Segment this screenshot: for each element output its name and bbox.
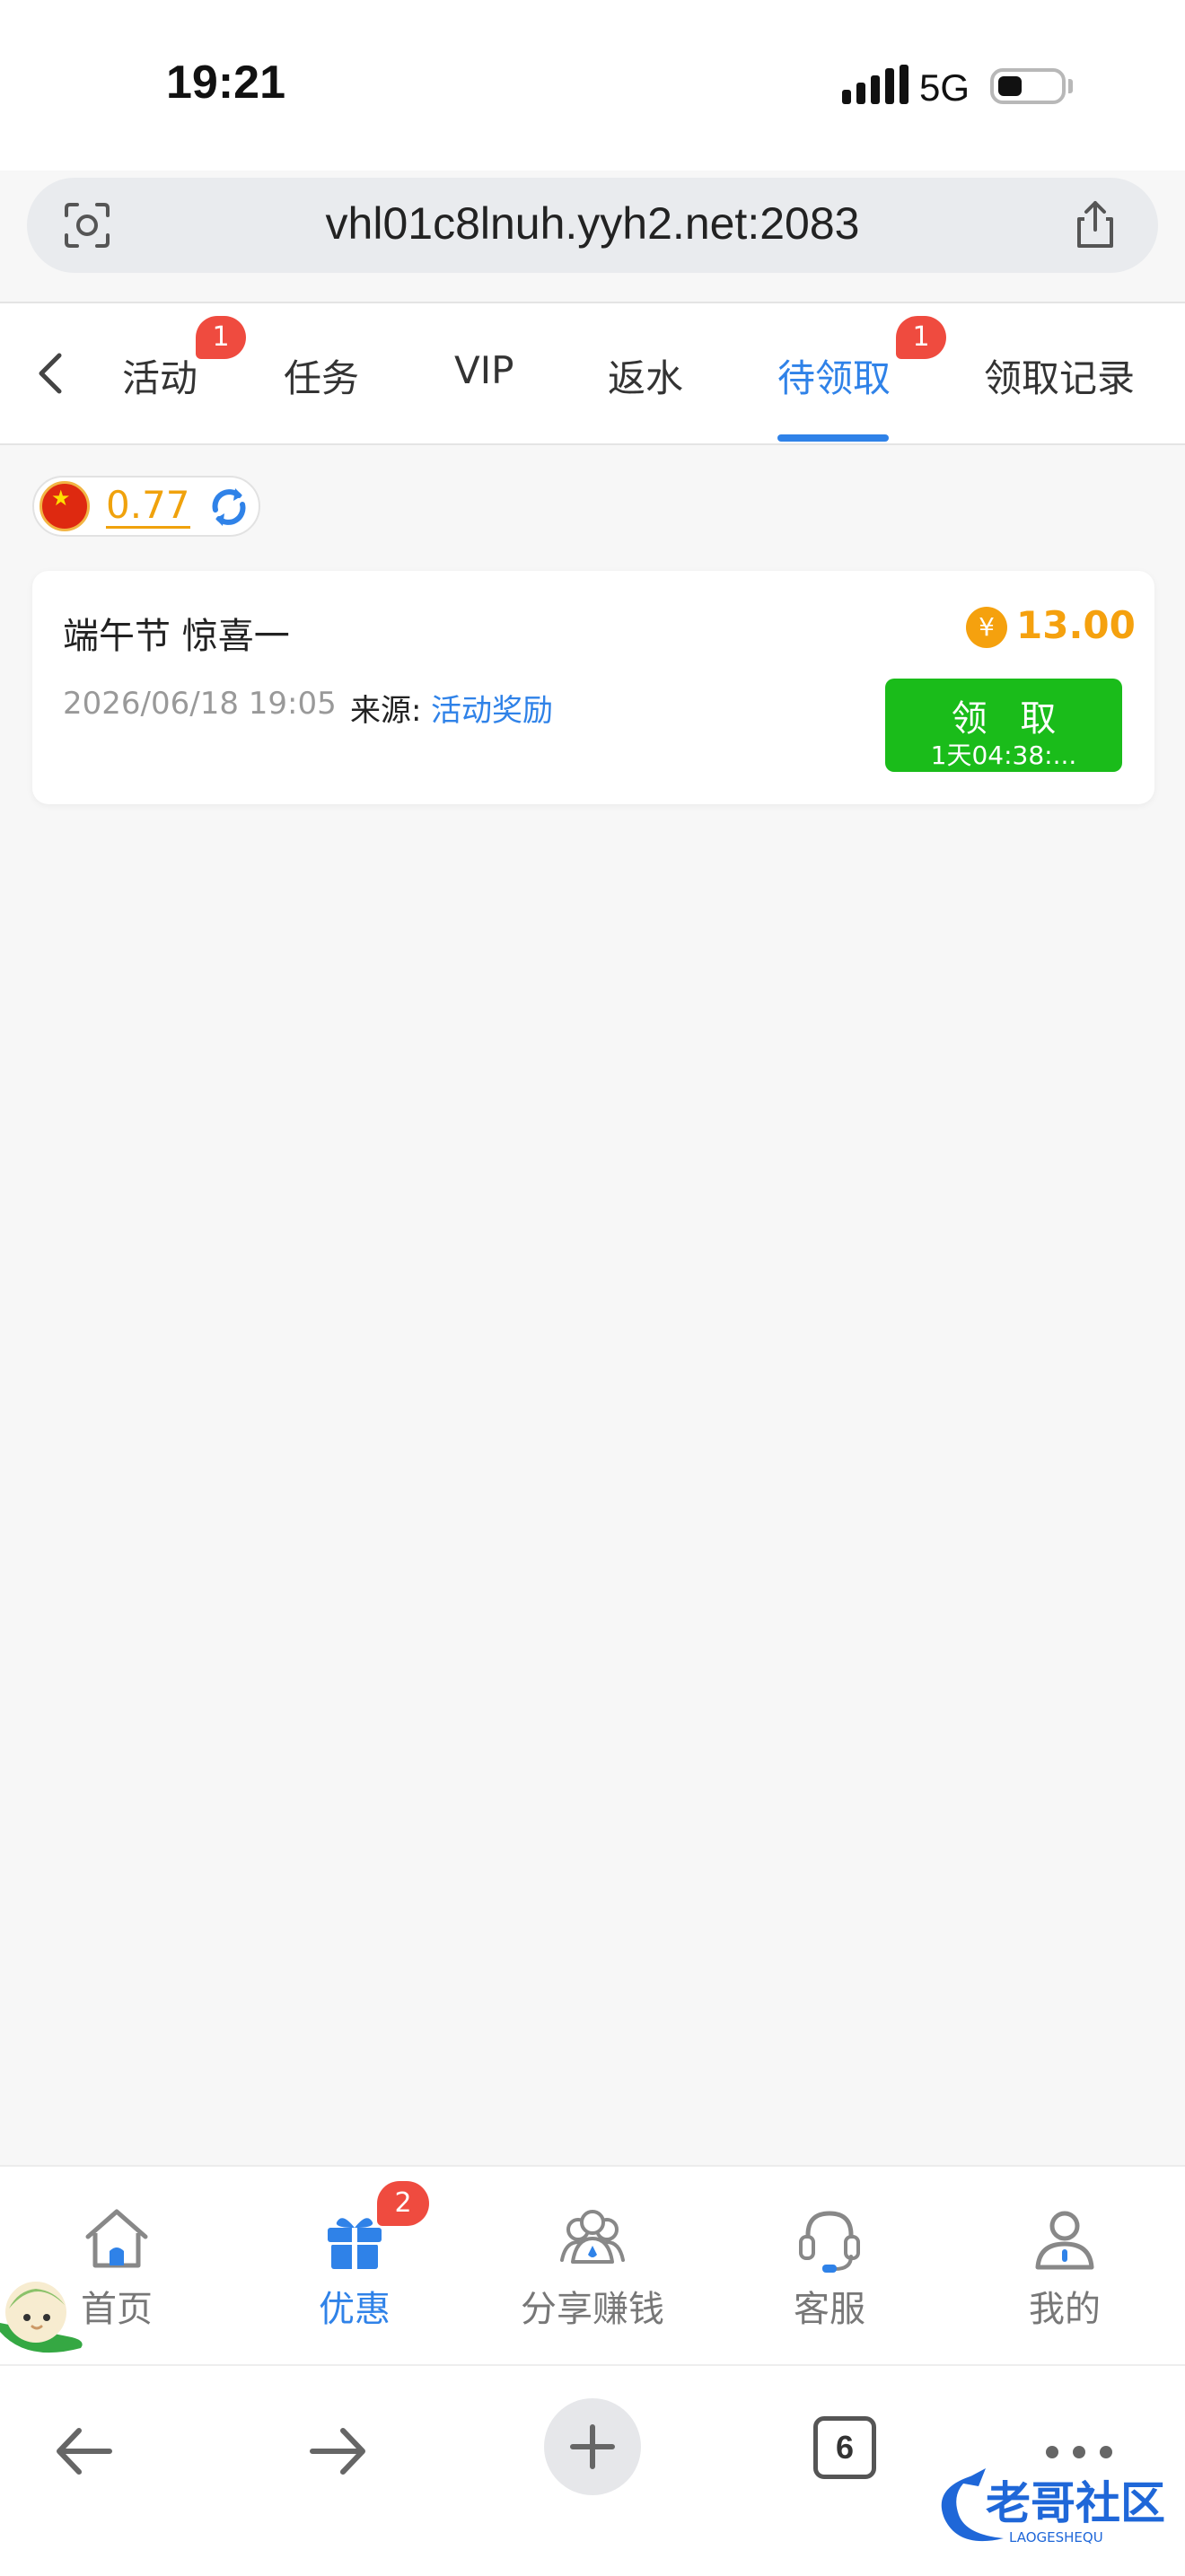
- svg-text:LAOGESHEQU: LAOGESHEQU: [1009, 2529, 1103, 2545]
- reward-title: 端午节 惊喜一: [63, 616, 290, 657]
- zongzi-mascot-icon[interactable]: [0, 2269, 86, 2362]
- site-watermark-logo: 老哥社区 LAOGESHEQU: [941, 2468, 1165, 2545]
- tab-activity-badge: 1: [196, 316, 246, 359]
- yuan-coin-icon: ¥: [966, 607, 1007, 648]
- reward-source-value: 活动奖励: [431, 693, 553, 729]
- new-tab-button[interactable]: [544, 2398, 641, 2495]
- active-tab-indicator: [777, 434, 889, 442]
- tab-vip[interactable]: VIP: [454, 348, 514, 392]
- reward-date: 2026/06/18 19:05: [63, 686, 337, 722]
- refresh-icon[interactable]: [205, 483, 253, 531]
- reward-amount: 13.00: [1016, 603, 1136, 647]
- share-icon[interactable]: [1070, 197, 1120, 251]
- battery-icon: [990, 68, 1066, 104]
- tab-pending-claim[interactable]: 待领取: [777, 348, 891, 403]
- tab-tasks[interactable]: 任务: [284, 348, 359, 403]
- forward-arrow-icon[interactable]: [287, 2402, 386, 2501]
- profile-icon: [1035, 2211, 1094, 2270]
- battery-tip: [1068, 79, 1073, 93]
- browser-toolbar: 6 老哥社区 LAOGESHEQU: [0, 2364, 1185, 2576]
- nav-customer-service[interactable]: 客服: [740, 2201, 919, 2332]
- claim-button-label: 领 取: [951, 698, 1067, 740]
- home-icon: [85, 2209, 148, 2268]
- nav-customer-service-label: 客服: [794, 2289, 865, 2330]
- nav-share-earn[interactable]: 分享赚钱: [503, 2201, 682, 2332]
- nav-share-earn-label: 分享赚钱: [521, 2289, 664, 2330]
- tab-activity[interactable]: 活动: [122, 348, 198, 403]
- status-bar: 19:21 5G: [0, 0, 1185, 171]
- tab-switcher-button[interactable]: 6: [813, 2416, 876, 2479]
- back-chevron-icon[interactable]: [32, 348, 68, 399]
- url-text[interactable]: vhl01c8lnuh.yyh2.net:2083: [27, 197, 1158, 250]
- svg-text:老哥社区: 老哥社区: [986, 2477, 1165, 2529]
- claim-button[interactable]: 领 取 1天04:38:...: [885, 679, 1122, 772]
- tab-pending-claim-badge: 1: [896, 316, 946, 359]
- reward-source-label: 来源:: [350, 693, 422, 729]
- plus-icon: [570, 2424, 615, 2469]
- tab-rebate[interactable]: 返水: [608, 348, 683, 403]
- reward-card: 端午节 惊喜一 2026/06/18 19:05 来源: 活动奖励 ¥ 13.0…: [32, 571, 1154, 804]
- nav-promotions-label: 优惠: [319, 2289, 391, 2330]
- promo-tab-bar: 活动 1 任务 VIP 返水 待领取 1 领取记录: [0, 302, 1185, 445]
- status-time: 19:21: [166, 57, 285, 109]
- balance-value[interactable]: 0.77: [106, 485, 190, 529]
- share-earn-icon: [560, 2210, 625, 2264]
- nav-profile[interactable]: 我的: [975, 2201, 1154, 2332]
- nav-profile-label: 我的: [1029, 2289, 1101, 2330]
- china-flag-icon: ★: [40, 481, 90, 531]
- bottom-nav: 首页 优惠 2 分享赚钱 客服 我的: [0, 2165, 1185, 2366]
- claim-countdown: 1天04:38:...: [930, 740, 1077, 770]
- balance-chip[interactable]: ★ 0.77: [32, 476, 260, 537]
- nav-promotions-badge: 2: [377, 2181, 429, 2226]
- signal-icon: [842, 65, 908, 104]
- tab-claim-history[interactable]: 领取记录: [984, 348, 1135, 403]
- address-bar[interactable]: vhl01c8lnuh.yyh2.net:2083: [27, 178, 1158, 273]
- headset-icon: [799, 2211, 860, 2273]
- back-arrow-icon[interactable]: [36, 2402, 135, 2501]
- network-label: 5G: [919, 66, 970, 109]
